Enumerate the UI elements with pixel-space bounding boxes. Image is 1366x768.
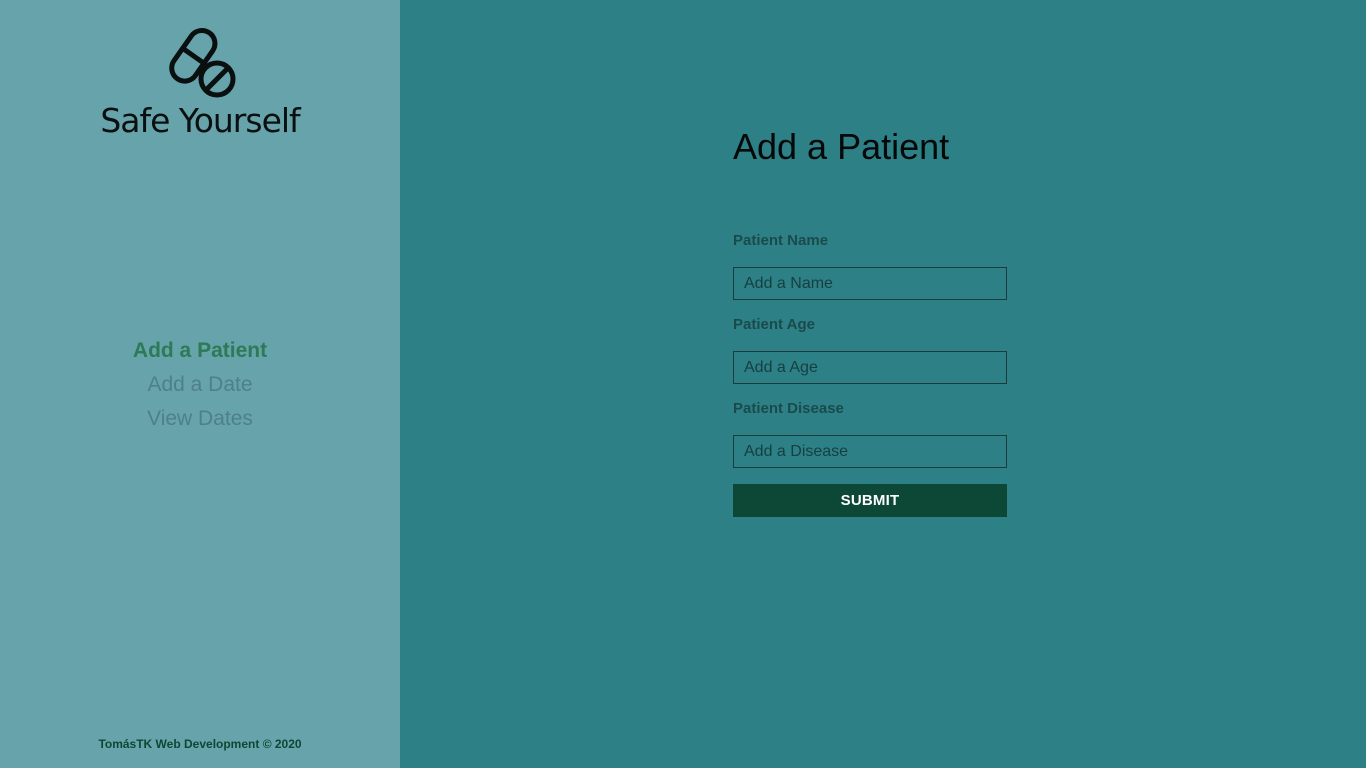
patient-disease-input[interactable] <box>733 435 1007 468</box>
page-title: Add a Patient <box>733 126 950 167</box>
app-root: Safe Yourself Add a Patient Add a Date V… <box>0 0 1366 768</box>
nav-item-view-dates[interactable]: View Dates <box>0 402 400 436</box>
patient-name-input[interactable] <box>733 267 1007 300</box>
sidebar-nav: Add a Patient Add a Date View Dates <box>0 334 400 436</box>
footer-credit: TomásTK Web Development © 2020 <box>98 737 302 751</box>
brand-logo[interactable]: Safe Yourself <box>0 18 400 138</box>
sidebar: Safe Yourself Add a Patient Add a Date V… <box>0 0 400 768</box>
main-content: Add a Patient Patient Name Patient Age P… <box>400 0 1366 768</box>
patient-age-label: Patient Age <box>733 316 815 333</box>
nav-item-add-patient[interactable]: Add a Patient <box>0 334 400 368</box>
brand-name: Safe Yourself <box>100 101 300 140</box>
patient-name-label: Patient Name <box>733 232 829 249</box>
pill-prohibited-icon <box>169 28 236 98</box>
patient-age-input[interactable] <box>733 351 1007 384</box>
add-patient-form: Add a Patient Patient Name Patient Age P… <box>733 126 1007 517</box>
nav-item-add-date[interactable]: Add a Date <box>0 368 400 402</box>
patient-disease-label: Patient Disease <box>733 400 844 417</box>
submit-button[interactable]: SUBMIT <box>733 484 1007 517</box>
